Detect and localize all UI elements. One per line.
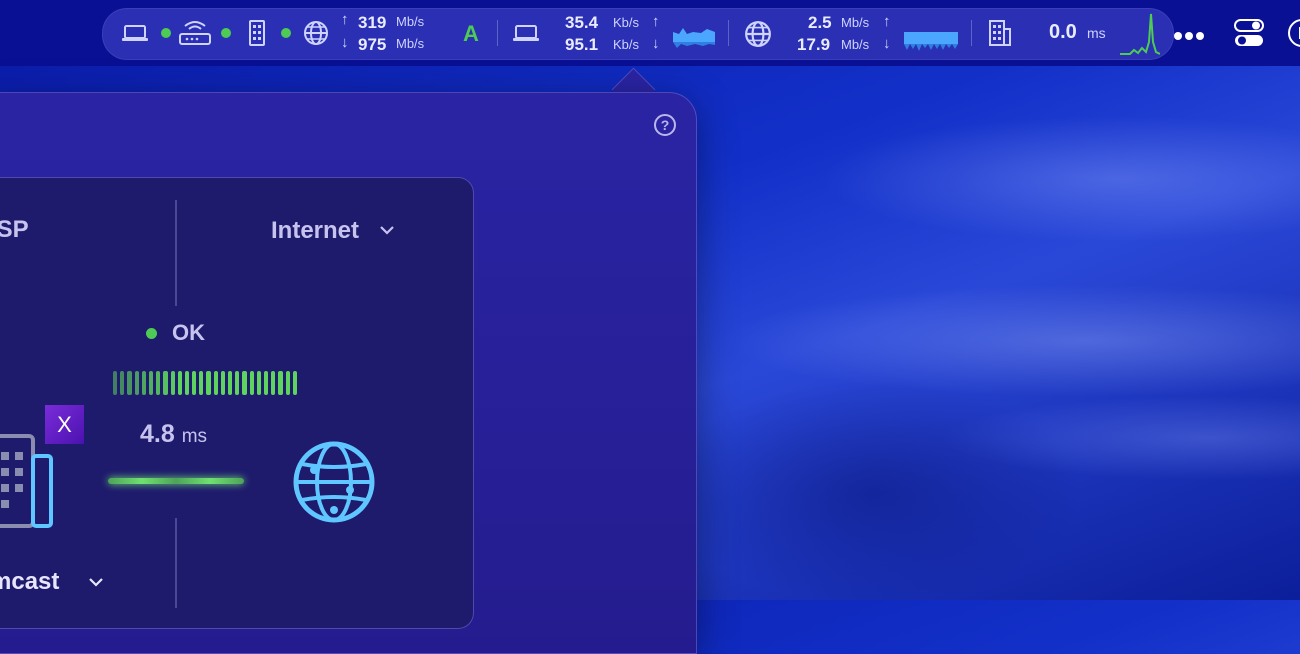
computer-up-unit: Kb/s <box>613 15 640 30</box>
network-down-unit: Mb/s <box>396 36 425 51</box>
laptop-status-dot <box>161 28 171 38</box>
chevron-down-icon[interactable] <box>88 576 104 588</box>
network-up-unit: Mb/s <box>396 14 425 29</box>
download-arrow-icon: ↓ <box>883 35 891 52</box>
internet-up-unit: Mb/s <box>841 15 870 30</box>
upload-arrow-icon: ↑ <box>883 13 891 30</box>
isp-status-dot <box>281 28 291 38</box>
desktop-wallpaper <box>690 60 1300 600</box>
connection-link-line <box>108 478 244 484</box>
ping-sparkline <box>1120 13 1160 55</box>
partial-circle-icon[interactable] <box>1286 18 1300 48</box>
latency-unit: ms <box>181 426 208 447</box>
laptop-icon <box>513 25 539 41</box>
internet-down-unit: Mb/s <box>841 37 870 52</box>
computer-up-value: 35.4 <box>565 13 599 32</box>
help-button[interactable]: ? <box>654 114 676 136</box>
latency-readout: 4.8 ms <box>140 420 207 449</box>
network-down-value: 975 <box>358 35 387 54</box>
app-letter-icon[interactable]: A <box>463 21 479 47</box>
isp-name[interactable]: mcast <box>0 568 59 596</box>
upload-arrow-icon: ↑ <box>341 11 349 28</box>
ping-unit: ms <box>1087 25 1106 41</box>
office-building-icon <box>0 434 53 528</box>
building-icon <box>249 20 265 46</box>
globe-icon <box>304 21 328 45</box>
ping-value: 0.0 <box>1049 21 1077 43</box>
isp-column-header: ISP <box>0 216 29 243</box>
separator <box>728 20 729 46</box>
globe-icon <box>745 21 771 47</box>
column-divider <box>175 200 177 306</box>
laptop-icon <box>122 25 148 41</box>
router-status-dot <box>221 28 231 38</box>
router-icon <box>179 21 211 45</box>
download-arrow-icon: ↓ <box>652 35 660 52</box>
separator <box>971 20 972 46</box>
network-up-value: 319 <box>358 13 387 32</box>
column-divider <box>175 518 177 608</box>
status-dot <box>146 328 157 339</box>
computer-down-unit: Kb/s <box>613 37 640 52</box>
isp-logo-badge: X <box>45 405 84 444</box>
control-center-icon[interactable] <box>1234 19 1264 47</box>
chevron-down-icon[interactable] <box>379 224 395 236</box>
internet-column-header[interactable]: Internet <box>271 217 359 245</box>
menu-bar: ↑ 319 Mb/s ↓ 975 Mb/s A 35.4 Kb/s ↑ 95.1… <box>0 0 1300 66</box>
internet-up-value: 2.5 <box>808 13 832 32</box>
internet-down-value: 17.9 <box>797 35 831 54</box>
separator <box>497 20 498 46</box>
download-arrow-icon: ↓ <box>341 34 349 51</box>
internet-traffic-sparkline <box>904 32 958 51</box>
connection-card <box>0 177 474 629</box>
latency-value: 4.8 <box>140 420 175 448</box>
connection-status: OK <box>172 320 205 345</box>
office-building-icon <box>989 20 1011 46</box>
computer-traffic-sparkline <box>673 28 715 48</box>
globe-icon <box>293 441 375 523</box>
upload-arrow-icon: ↑ <box>652 13 660 30</box>
signal-quality-bars <box>113 371 297 395</box>
computer-down-value: 95.1 <box>565 35 599 54</box>
more-options-icon[interactable] <box>1174 27 1207 45</box>
